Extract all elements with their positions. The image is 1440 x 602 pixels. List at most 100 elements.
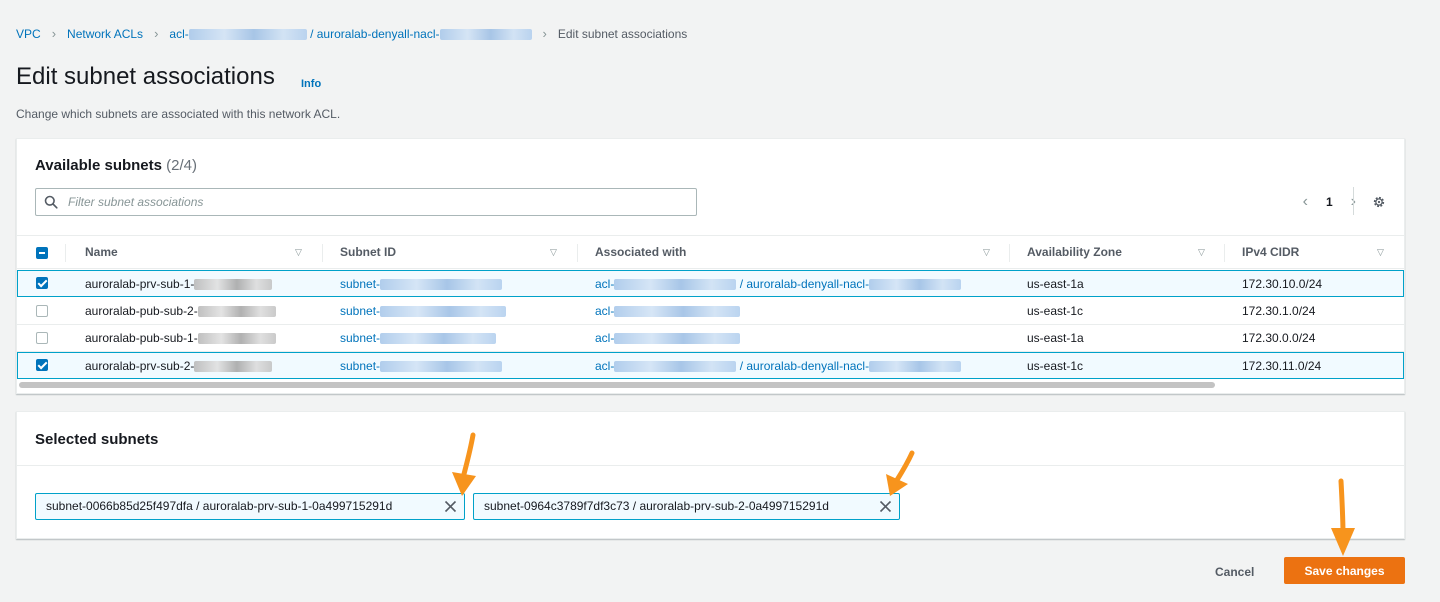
row-associated-with[interactable]: acl- / auroralab-denyall-nacl- <box>595 353 962 380</box>
row-assoc-name: / auroralab-denyall-nacl- <box>739 359 870 373</box>
row-cidr: 172.30.0.0/24 <box>1242 331 1316 345</box>
row-name: auroralab-prv-sub-1- <box>85 271 273 298</box>
column-divider <box>1224 244 1225 262</box>
column-divider <box>1009 244 1010 262</box>
pagination: ‹ 1 › <box>1303 194 1356 210</box>
row-cidr: 172.30.1.0/24 <box>1242 304 1316 318</box>
redacted-blur <box>197 306 276 318</box>
row-subnet-id[interactable]: subnet- <box>340 353 503 380</box>
cancel-button[interactable]: Cancel <box>1215 565 1254 579</box>
chevron-right-icon: › <box>51 26 57 41</box>
row-assoc-text: acl- <box>595 277 615 291</box>
gear-icon[interactable] <box>1372 195 1386 209</box>
row-cidr: 172.30.10.0/24 <box>1242 277 1323 291</box>
row-name-text: auroralab-pub-sub-2- <box>85 304 198 318</box>
row-checkbox[interactable] <box>36 359 48 371</box>
breadcrumb-current: Edit subnet associations <box>557 26 688 41</box>
row-checkbox[interactable] <box>36 277 48 289</box>
breadcrumb-network-acls[interactable]: Network ACLs <box>67 27 143 41</box>
redacted-blur <box>194 279 273 291</box>
divider <box>1353 187 1354 215</box>
row-az: us-east-1a <box>1027 331 1084 345</box>
breadcrumb-vpc[interactable]: VPC <box>16 27 41 41</box>
row-checkbox[interactable] <box>36 305 48 317</box>
column-subnet-id-label: Subnet ID <box>340 245 396 259</box>
annotation-arrow-icon <box>886 450 915 496</box>
row-checkbox[interactable] <box>36 332 48 344</box>
chevron-right-icon: › <box>154 26 159 41</box>
sort-caret-icon: ▽ <box>295 247 302 257</box>
selected-subnets-title: Selected subnets <box>35 431 159 448</box>
row-subnet-id[interactable]: subnet- <box>340 271 503 298</box>
filter-subnets-field <box>35 188 697 216</box>
row-az: us-east-1c <box>1027 304 1084 318</box>
breadcrumb-acl-id: acl- <box>169 26 189 41</box>
redacted-blur <box>614 361 737 373</box>
redacted-blur <box>197 333 276 345</box>
redacted-blur <box>869 361 962 373</box>
prev-page-icon[interactable]: ‹ <box>1303 194 1308 210</box>
filter-subnets-input[interactable] <box>66 192 686 212</box>
table-row[interactable]: auroralab-prv-sub-2- subnet- acl- / auro… <box>17 352 1404 379</box>
row-cidr: 172.30.11.0/24 <box>1242 359 1322 373</box>
column-header-associated-with[interactable]: Associated with ▽ <box>595 236 995 269</box>
annotation-arrow-icon <box>452 432 476 496</box>
close-icon[interactable] <box>444 500 457 513</box>
available-subnets-count: (2/4) <box>166 157 198 174</box>
row-az: us-east-1a <box>1027 277 1084 291</box>
available-subnets-title: Available subnets <box>35 157 162 174</box>
row-subnet-text: subnet- <box>340 331 381 345</box>
token-label: subnet-0964c3789f7df3c73 / auroralab-prv… <box>484 499 829 513</box>
row-subnet-id[interactable]: subnet- <box>340 298 507 325</box>
divider <box>17 465 1404 466</box>
column-name-label: Name <box>85 245 118 259</box>
breadcrumb-acl-name: / auroralab-denyall-nacl- <box>310 26 440 41</box>
column-header-availability-zone[interactable]: Availability Zone ▽ <box>1027 236 1222 269</box>
row-name: auroralab-pub-sub-1- <box>85 325 276 352</box>
row-associated-with[interactable]: acl- <box>595 298 741 325</box>
available-subnets-panel: Available subnets (2/4) ‹ 1 › Name ▽ Sub… <box>16 138 1405 394</box>
row-assoc-text: acl- <box>595 304 615 318</box>
row-subnet-text: subnet- <box>340 359 381 373</box>
breadcrumb-acl[interactable]: acl- / auroralab-denyall-nacl- <box>169 26 532 41</box>
annotation-arrow-icon <box>1331 478 1355 556</box>
redacted-blur <box>380 306 507 318</box>
redacted-blur <box>614 333 741 345</box>
column-associated-label: Associated with <box>595 245 687 259</box>
info-link[interactable]: Info <box>301 78 321 90</box>
redacted-blur <box>380 361 503 373</box>
row-assoc-name: / auroralab-denyall-nacl- <box>739 277 870 291</box>
horizontal-scrollbar[interactable] <box>19 382 1215 388</box>
redacted-blur <box>869 279 962 291</box>
column-header-ipv4-cidr[interactable]: IPv4 CIDR ▽ <box>1242 236 1392 269</box>
sort-caret-icon: ▽ <box>1198 247 1205 257</box>
table-row[interactable]: auroralab-prv-sub-1- subnet- acl- / auro… <box>17 270 1404 297</box>
chevron-right-icon: › <box>542 26 547 41</box>
selected-subnet-token: subnet-0066b85d25f497dfa / auroralab-prv… <box>35 493 465 520</box>
column-header-name[interactable]: Name ▽ <box>85 236 305 269</box>
column-az-label: Availability Zone <box>1027 245 1122 259</box>
row-name-text: auroralab-prv-sub-1- <box>85 277 195 291</box>
close-icon[interactable] <box>879 500 892 513</box>
row-name-text: auroralab-prv-sub-2- <box>85 359 195 373</box>
redacted-blur <box>188 28 307 40</box>
row-assoc-text: acl- <box>595 331 615 345</box>
current-page-number[interactable]: 1 <box>1326 195 1333 209</box>
sort-caret-icon: ▽ <box>1377 247 1384 257</box>
row-assoc-text: acl- <box>595 359 615 373</box>
row-subnet-text: subnet- <box>340 277 381 291</box>
column-cidr-label: IPv4 CIDR <box>1242 245 1300 259</box>
table-row[interactable]: auroralab-pub-sub-1- subnet- acl- us-eas… <box>17 325 1404 352</box>
search-icon <box>44 195 58 209</box>
select-all-checkbox[interactable] <box>36 247 48 259</box>
row-az: us-east-1c <box>1027 359 1084 373</box>
save-changes-button[interactable]: Save changes <box>1284 557 1405 584</box>
table-header: Name ▽ Subnet ID ▽ Associated with ▽ Ava… <box>17 235 1404 269</box>
table-row[interactable]: auroralab-pub-sub-2- subnet- acl- us-eas… <box>17 298 1404 325</box>
row-associated-with[interactable]: acl- <box>595 325 741 352</box>
sort-caret-icon: ▽ <box>983 247 990 257</box>
column-header-subnet-id[interactable]: Subnet ID ▽ <box>340 236 562 269</box>
row-subnet-id[interactable]: subnet- <box>340 325 497 352</box>
row-associated-with[interactable]: acl- / auroralab-denyall-nacl- <box>595 271 962 298</box>
row-subnet-text: subnet- <box>340 304 381 318</box>
